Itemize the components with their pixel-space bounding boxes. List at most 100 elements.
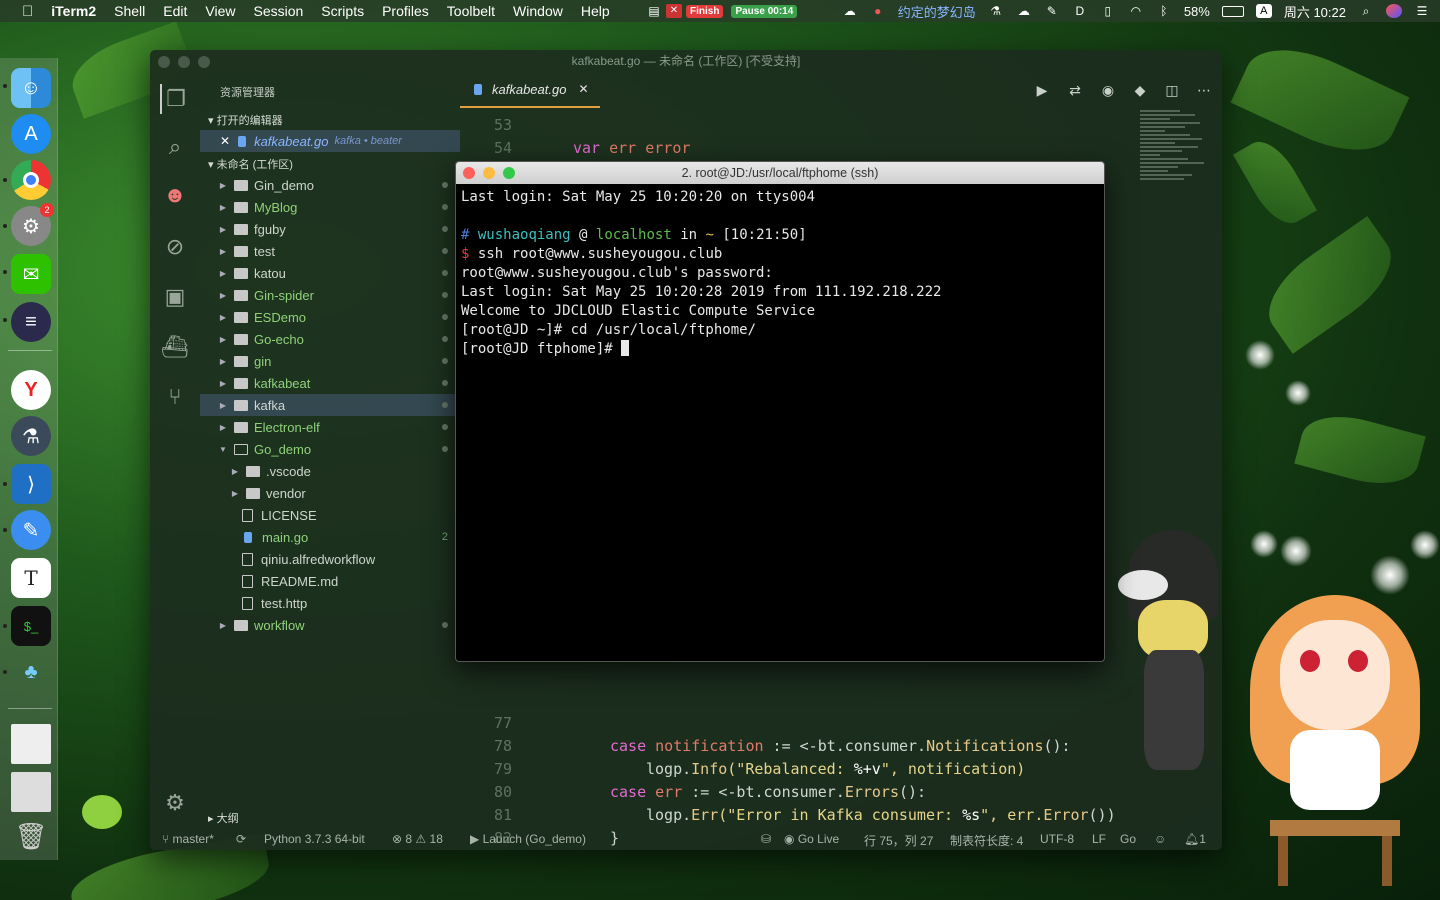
- finder-icon[interactable]: ☺: [11, 68, 51, 108]
- close-editor-icon[interactable]: ✕: [220, 134, 230, 148]
- language-mode[interactable]: Go: [1120, 832, 1136, 846]
- bluetooth-icon[interactable]: ᛒ: [1156, 4, 1172, 18]
- tab-close-icon[interactable]: ✕: [578, 82, 588, 96]
- open-editor-item[interactable]: ✕ kafkabeat.go kafka • beater: [200, 130, 460, 152]
- menu-help[interactable]: Help: [581, 3, 610, 19]
- tree-item[interactable]: main.go 2: [200, 526, 460, 548]
- tree-item[interactable]: ▶ Gin-spider: [200, 284, 460, 306]
- notification-center-icon[interactable]: ☰: [1414, 4, 1430, 18]
- menu-scripts[interactable]: Scripts: [321, 3, 364, 19]
- cursor-position[interactable]: 行 75，列 27: [864, 832, 933, 849]
- app-store-icon[interactable]: A: [11, 114, 51, 154]
- extension-mascot-icon[interactable]: ☻: [160, 180, 190, 210]
- minimap[interactable]: [1140, 108, 1210, 408]
- tree-item[interactable]: ▶ .vscode: [200, 460, 460, 482]
- more-actions-icon[interactable]: ⋯: [1194, 80, 1214, 100]
- split-editor-icon[interactable]: ◫: [1162, 80, 1182, 100]
- vscode-icon[interactable]: ⟩: [11, 464, 51, 504]
- iterm-window[interactable]: 2. root@JD:/usr/local/ftphome (ssh) Last…: [455, 161, 1105, 662]
- tree-item[interactable]: ▼ Go_demo: [200, 438, 460, 460]
- close-window-button[interactable]: [158, 56, 170, 68]
- sync-icon[interactable]: ⟳: [236, 832, 246, 846]
- debug-icon[interactable]: ⊘: [160, 232, 190, 262]
- tree-item[interactable]: ▶ Go-echo: [200, 328, 460, 350]
- chrome-icon[interactable]: [11, 160, 51, 200]
- wifi-icon[interactable]: ◠: [1128, 4, 1144, 18]
- menu-view[interactable]: View: [205, 3, 235, 19]
- tree-item[interactable]: ▶ MyBlog: [200, 196, 460, 218]
- terminal-minimize-button[interactable]: [483, 167, 495, 179]
- python-interpreter[interactable]: Python 3.7.3 64-bit: [264, 832, 365, 846]
- terminal-zoom-button[interactable]: [503, 167, 515, 179]
- tree-item[interactable]: qiniu.alfredworkflow: [200, 548, 460, 570]
- desktop-mascot[interactable]: [1240, 590, 1430, 890]
- menu-shell[interactable]: Shell: [114, 3, 145, 19]
- flask-app-icon[interactable]: ⚗: [11, 416, 51, 456]
- finish-button[interactable]: Finish: [686, 4, 724, 18]
- menu-window[interactable]: Window: [513, 3, 563, 19]
- git-branch-status[interactable]: ⑂ master*: [162, 832, 214, 846]
- character-app-icon[interactable]: ♣: [11, 652, 51, 692]
- run-icon[interactable]: ▶: [1032, 80, 1052, 100]
- trash-icon[interactable]: 🗑: [11, 816, 51, 856]
- cloud-app-icon[interactable]: ☁: [1016, 4, 1032, 18]
- app-menu[interactable]: iTerm2: [51, 3, 96, 19]
- terminal-output[interactable]: Last login: Sat May 25 10:20:20 on ttys0…: [461, 188, 1101, 359]
- wechat-icon[interactable]: ✉: [11, 254, 51, 294]
- go-live-button[interactable]: ◉ Go Live: [784, 832, 839, 846]
- tree-item[interactable]: ▶ ESDemo: [200, 306, 460, 328]
- open-editors-header[interactable]: ▾ 打开的编辑器: [208, 112, 283, 128]
- launch-config[interactable]: ▶ Launch (Go_demo): [470, 832, 586, 846]
- search-icon[interactable]: ⌕: [1358, 4, 1374, 18]
- cloud-icon[interactable]: ☁: [842, 4, 858, 18]
- settings-gear-icon[interactable]: ⚙: [160, 788, 190, 818]
- compare-icon[interactable]: ⇄: [1065, 80, 1085, 100]
- tree-item[interactable]: ▶ Gin_demo: [200, 174, 460, 196]
- extensions-icon[interactable]: ▣: [160, 282, 190, 312]
- tree-item[interactable]: ▶ vendor: [200, 482, 460, 504]
- pause-timer-button[interactable]: Pause 00:14: [731, 4, 798, 18]
- close-x-icon[interactable]: ✕: [666, 4, 682, 18]
- line-ending[interactable]: LF: [1092, 832, 1106, 846]
- docker-icon[interactable]: ⛴: [160, 332, 190, 362]
- d-icon[interactable]: D: [1072, 4, 1088, 18]
- tree-item[interactable]: test.http: [200, 592, 460, 614]
- clock[interactable]: 周六 10:22: [1284, 2, 1346, 21]
- git-branch-icon[interactable]: ◆: [1130, 80, 1150, 100]
- typora-icon[interactable]: T: [11, 558, 51, 598]
- zoom-window-button[interactable]: [198, 56, 210, 68]
- tab-kafkabeat[interactable]: kafkabeat.go ✕: [460, 72, 600, 108]
- tree-item[interactable]: LICENSE: [200, 504, 460, 526]
- camera-off-icon[interactable]: ▤: [646, 4, 662, 18]
- menu-session[interactable]: Session: [253, 3, 303, 19]
- apple-menu-icon[interactable]: : [22, 3, 33, 20]
- island-menu[interactable]: 约定的梦幻岛: [898, 2, 976, 21]
- tree-item[interactable]: ▶ kafkabeat: [200, 372, 460, 394]
- minimize-window-button[interactable]: [178, 56, 190, 68]
- tree-item[interactable]: ▶ workflow: [200, 614, 460, 636]
- siri-icon[interactable]: [1386, 4, 1402, 18]
- battery-icon[interactable]: [1221, 5, 1244, 17]
- tree-item[interactable]: ▶ gin: [200, 350, 460, 372]
- window-thumbnail-1[interactable]: [11, 724, 51, 764]
- git-graph-icon[interactable]: ⑂: [160, 382, 190, 412]
- tree-item[interactable]: ▶ Electron-elf: [200, 416, 460, 438]
- problems-status[interactable]: ⊗ 8 ⚠ 18: [392, 832, 443, 846]
- tree-item[interactable]: ▶ fguby: [200, 218, 460, 240]
- system-preferences-icon[interactable]: ⚙ 2: [11, 203, 54, 246]
- eclipse-icon[interactable]: ≡: [11, 302, 51, 342]
- battery-percent[interactable]: 58%: [1184, 4, 1210, 19]
- indentation[interactable]: 制表符长度: 4: [950, 832, 1023, 849]
- outline-header[interactable]: ▸ 大纲: [208, 810, 239, 826]
- iterm-icon[interactable]: $_: [11, 606, 51, 646]
- input-method-icon[interactable]: A: [1255, 4, 1272, 18]
- tomato-icon[interactable]: ●: [870, 4, 886, 18]
- menu-toolbelt[interactable]: Toolbelt: [447, 3, 495, 19]
- window-thumbnail-2[interactable]: [11, 772, 51, 812]
- tree-item[interactable]: ▶ kafka: [200, 394, 460, 416]
- explorer-icon[interactable]: ❐: [160, 84, 190, 114]
- git-lens-icon[interactable]: ◉: [1098, 80, 1118, 100]
- flask-icon[interactable]: ⚗: [988, 4, 1004, 18]
- workspace-header[interactable]: ▾ 未命名 (工作区): [208, 156, 293, 172]
- mouse-icon[interactable]: ▯: [1100, 4, 1116, 18]
